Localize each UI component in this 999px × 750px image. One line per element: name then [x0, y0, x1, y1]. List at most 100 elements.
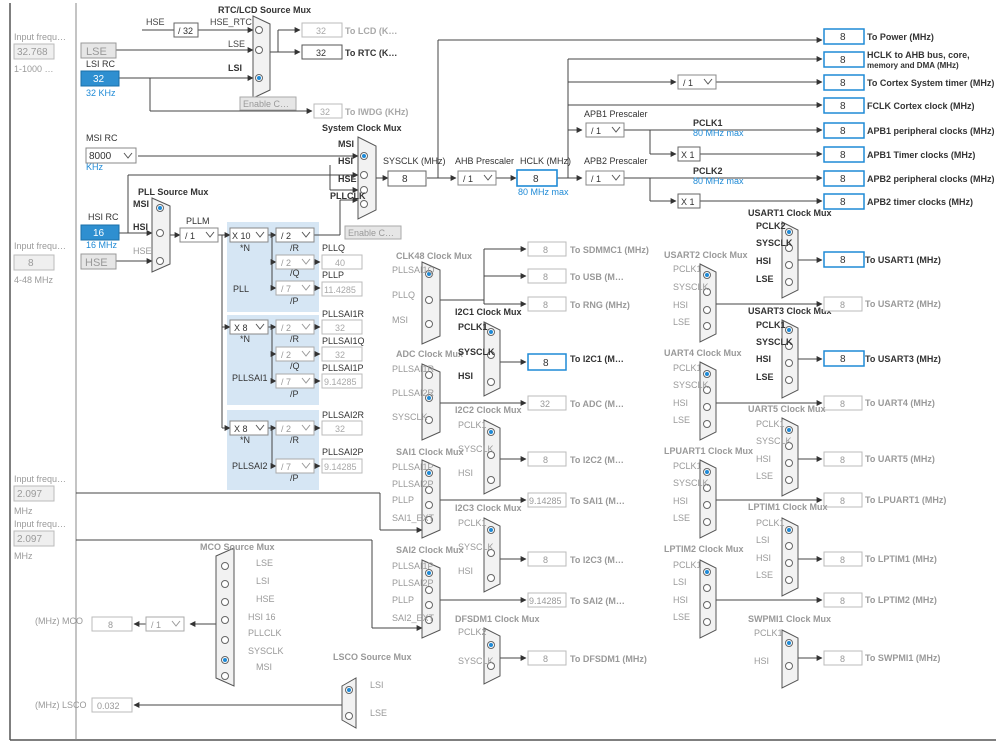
hse-freq-value: 8: [28, 258, 34, 269]
usart3-label: To USART3 (MHz): [865, 354, 941, 364]
pllsai1-name: PLLSAI1: [232, 373, 268, 383]
lptim1-label: To LPTIM1 (MHz): [865, 554, 937, 564]
uart4-in1: PCLK1: [673, 363, 702, 373]
lptim2-in4: LSE: [673, 612, 690, 622]
msi-value: 8000: [89, 151, 112, 162]
i2c3-title: I2C3 Clock Mux: [455, 503, 522, 513]
sys-in-hse: HSE: [338, 174, 357, 184]
lptim2-in3: HSI: [673, 595, 688, 605]
hsi-rc-label: HSI RC: [88, 212, 119, 222]
uart4-value: 8: [840, 399, 845, 409]
rtc-lse-in: LSE: [228, 39, 245, 49]
pll-n-label: *N: [240, 243, 250, 253]
pllsai1-r-label: /R: [290, 334, 300, 344]
lpuart1-in1: PCLK1: [673, 461, 702, 471]
lptim2-label: To LPTIM2 (MHz): [865, 595, 937, 605]
swpmi1-label: To SWPMI1 (MHz): [865, 653, 940, 663]
usart1-in1: PCLK2: [756, 221, 786, 231]
ext1-unit: MHz: [14, 506, 33, 516]
pll-q-value: / 2: [281, 258, 291, 268]
usart1-in3: HSI: [756, 256, 771, 266]
usart2-in1: PCLK1: [673, 264, 702, 274]
lptim1-in4: LSE: [756, 570, 773, 580]
lpuart1-label: To LPUART1 (MHz): [865, 495, 946, 505]
uart5-in2: SYSCLK: [756, 436, 792, 446]
pll-q-label: /Q: [290, 268, 300, 278]
apb2-periph-value: 8: [840, 174, 846, 185]
sai2-title: SAI2 Clock Mux: [396, 545, 464, 555]
adc-label: To ADC (M…: [570, 399, 624, 409]
hsi-sub: 16 MHz: [86, 240, 118, 250]
i2c1-label: To I2C1 (M…: [570, 354, 624, 364]
uart4-in2: SYSCLK: [673, 380, 709, 390]
swpmi1-mux: [781, 629, 799, 689]
clk48-in2: PLLQ: [392, 290, 415, 300]
sysclk-mux: [357, 136, 377, 220]
pllsai1p-value: 9.14285: [324, 377, 357, 387]
hse-label: HSE: [85, 257, 108, 269]
usart3-in1: PCLK1: [756, 320, 786, 330]
cortex-label: To Cortex System timer (MHz): [867, 78, 994, 88]
sys-in-hsi: HSI: [338, 156, 353, 166]
pll-n-value: X 10: [232, 231, 251, 241]
lptim1-in2: LSI: [756, 535, 770, 545]
uart4-in3: HSI: [673, 398, 688, 408]
mco-label: (MHz) MCO: [35, 616, 83, 626]
power-value: 8: [840, 32, 846, 43]
lsi-rc-label: LSI RC: [86, 59, 116, 69]
pclk1-label: PCLK1: [693, 118, 723, 128]
i2c3-value: 8: [543, 555, 548, 565]
sys-in-pllclk: PLLCLK: [330, 191, 366, 201]
mco-in4: HSI 16: [248, 612, 276, 622]
pllsai2-r-value: / 2: [281, 424, 291, 434]
iwdg-value: 32: [320, 107, 330, 117]
clk48-in1: PLLSAI1Q: [392, 265, 435, 275]
swpmi1-value: 8: [840, 654, 845, 664]
apb1-periph-label: APB1 peripheral clocks (MHz): [867, 126, 995, 136]
pllsai2r-label: PLLSAI2R: [322, 410, 365, 420]
uart5-in3: HSI: [756, 454, 771, 464]
i2c3-in2: SYSCLK: [458, 542, 494, 552]
sai2-in2: PLLSAI2P: [392, 578, 434, 588]
usart3-in3: HSI: [756, 354, 771, 364]
msi-rc-label: MSI RC: [86, 133, 118, 143]
usart1-in2: SYSCLK: [756, 238, 793, 248]
lsco-label: (MHz) LSCO: [35, 700, 87, 710]
lptim1-in1: PCLK1: [756, 518, 785, 528]
lptim2-in1: PCLK1: [673, 560, 702, 570]
usart3-value: 8: [840, 354, 846, 365]
swpmi1-in1: PCLK1: [754, 628, 783, 638]
i2c2-title: I2C2 Clock Mux: [455, 405, 522, 415]
hse-freq-field[interactable]: [13, 254, 55, 271]
mco-in5: PLLCLK: [248, 628, 282, 638]
uart5-label: To UART5 (MHz): [865, 454, 935, 464]
rtc-label: To RTC (K…: [345, 48, 397, 58]
pll-r-label: /R: [290, 243, 300, 253]
cortex-value: 8: [840, 78, 846, 89]
i2c2-label: To I2C2 (M…: [570, 455, 624, 465]
lsco-in2: LSE: [370, 708, 387, 718]
i2c3-in1: PCLK1: [458, 518, 487, 528]
pll-r-value: / 2: [281, 231, 291, 241]
usart3-title: USART3 Clock Mux: [748, 306, 832, 316]
hclk-out-value: 8: [840, 55, 846, 66]
sai1-value: 9.14285: [529, 496, 562, 506]
rtc-value: 32: [316, 48, 326, 58]
pllsai2p-value: 9.14285: [324, 462, 357, 472]
pllsai2-r-label: /R: [290, 435, 300, 445]
usart1-label: To USART1 (MHz): [865, 255, 941, 265]
apb2-timer-label: APB2 timer clocks (MHz): [867, 197, 973, 207]
pllsai1-p-value: / 7: [281, 377, 291, 387]
pll-p-value: / 7: [281, 284, 291, 294]
i2c1-in3: HSI: [458, 371, 473, 381]
lptim1-in3: HSI: [756, 553, 771, 563]
pllsai1r-value: 32: [335, 323, 345, 333]
pllsai2r-value: 32: [335, 424, 345, 434]
ext1-label: Input frequ…: [14, 474, 66, 484]
i2c1-title: I2C1 Clock Mux: [455, 307, 522, 317]
dfsdm1-in2: SYSCLK: [458, 656, 494, 666]
i2c2-in3: HSI: [458, 468, 473, 478]
pllsai2-p-label: /P: [290, 473, 299, 483]
lptim1-title: LPTIM1 Clock Mux: [748, 502, 828, 512]
hclk-out-label2: memory and DMA (MHz): [867, 61, 959, 70]
